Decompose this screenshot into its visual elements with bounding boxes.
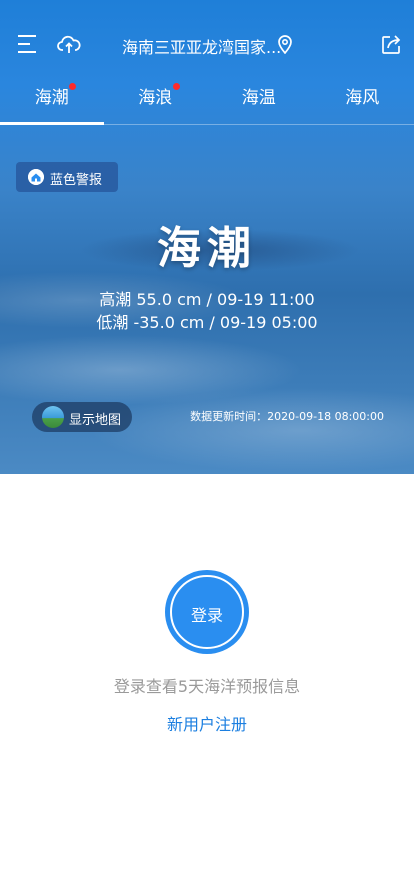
location-pin-icon[interactable]: [277, 34, 293, 54]
alert-house-icon: [28, 169, 44, 185]
show-map-button[interactable]: 显示地图: [32, 402, 132, 432]
alert-label: 蓝色警报: [50, 173, 103, 188]
tab-sea-wind[interactable]: 海风: [311, 72, 414, 126]
update-time: 数据更新时间：2020-09-18 08:00:00: [190, 410, 384, 423]
cloud-upload-icon[interactable]: [57, 33, 81, 55]
tab-label: 海温: [241, 88, 276, 108]
high-tide-info: 高潮 55.0 cm / 09-19 11:00: [99, 290, 315, 309]
hero-title: 海潮: [157, 223, 257, 274]
tab-label: 海浪: [138, 88, 173, 108]
tab-label: 海潮: [34, 88, 69, 108]
login-button-label: 登录: [190, 606, 223, 625]
tab-bar: 海潮 海浪 海温 海风: [0, 72, 414, 126]
tab-badge-dot: [69, 83, 76, 90]
login-button[interactable]: 登录: [165, 570, 249, 654]
share-icon[interactable]: [380, 34, 402, 56]
tab-tide[interactable]: 海潮: [0, 72, 104, 126]
blue-alert-badge[interactable]: 蓝色警报: [16, 162, 118, 192]
low-tide-info: 低潮 -35.0 cm / 09-19 05:00: [96, 313, 318, 332]
active-tab-indicator: [0, 122, 104, 125]
tab-badge-dot: [172, 83, 180, 90]
map-globe-icon: [42, 406, 64, 428]
login-tip: 登录查看5天海洋预报信息: [113, 677, 301, 696]
tab-label: 海风: [345, 88, 380, 108]
register-link[interactable]: 新用户注册: [0, 711, 414, 735]
show-map-label: 显示地图: [69, 413, 122, 428]
tab-sea-temp[interactable]: 海温: [207, 72, 311, 126]
location-title[interactable]: 海南三亚亚龙湾国家...: [122, 34, 281, 58]
tab-wave[interactable]: 海浪: [104, 72, 208, 126]
menu-icon[interactable]: [16, 34, 38, 54]
